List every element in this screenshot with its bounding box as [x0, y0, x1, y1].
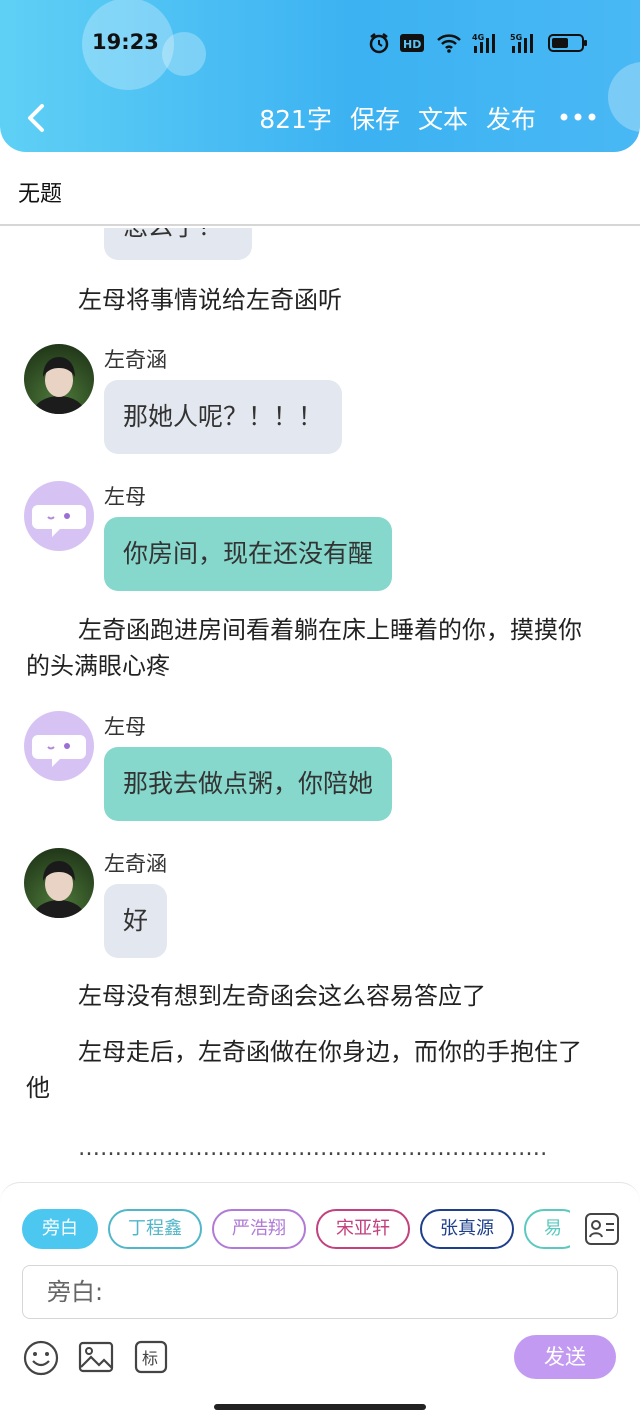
character-chip[interactable]: 张真源 [420, 1209, 514, 1249]
character-chip[interactable]: 宋亚轩 [316, 1209, 410, 1249]
chat-bubble-face-icon [32, 735, 86, 767]
tag-button[interactable]: 标 [134, 1339, 168, 1379]
narration-text[interactable]: 左母没有想到左奇函会这么容易答应了 [26, 978, 600, 1014]
ellipsis-text[interactable]: ………………………………………………………………………… [78, 1136, 548, 1161]
smiley-icon [23, 1340, 59, 1376]
chat-bubble-face-icon [32, 505, 86, 537]
emoji-button[interactable] [22, 1339, 60, 1381]
publish-button[interactable]: 发布 [486, 100, 536, 136]
status-bar: 19:23 HD 4G 5G [0, 22, 640, 66]
message-bubble[interactable]: 你房间，现在还没有醒 [104, 517, 393, 591]
image-button[interactable] [78, 1339, 114, 1379]
character-chip[interactable]: 丁程鑫 [108, 1209, 202, 1249]
signal-5g-icon: 5G [510, 32, 538, 58]
narration-text[interactable]: 左母走后，左奇函做在你身边，而你的手抱住了他 [26, 1034, 600, 1106]
message-text: 你房间，现在还没有醒 [123, 539, 374, 568]
input-label: 旁白: [47, 1278, 104, 1306]
chevron-left-icon [28, 104, 44, 132]
image-icon [78, 1341, 114, 1373]
alarm-icon [368, 32, 390, 58]
message-bubble[interactable]: 那她人呢？！！！ [104, 380, 343, 454]
character-chips: 旁白 丁程鑫 严浩翔 宋亚轩 张真源易 [22, 1209, 570, 1251]
speaker-name: 左奇涵 [104, 852, 167, 876]
avatar[interactable] [24, 481, 94, 551]
message-text: 怎么了？ [123, 228, 223, 241]
network-5g-label: 5G [510, 33, 522, 42]
story-content[interactable]: 怎么了？ 左母将事情说给左奇函听 左奇涵 那她人呢？！！！ 左母 你房间，现在还… [0, 228, 640, 1183]
signal-4g-icon: 4G [472, 32, 500, 58]
message-bubble[interactable]: 那我去做点粥，你陪她 [104, 747, 393, 821]
message-text: 好 [123, 906, 149, 935]
message-text: 那她人呢？！！！ [123, 402, 324, 431]
character-chip[interactable]: 严浩翔 [212, 1209, 306, 1249]
message-bubble[interactable]: 好 [104, 884, 168, 958]
boy-portrait-icon [33, 357, 85, 414]
character-chip[interactable]: 易 [524, 1209, 570, 1249]
partial-message-bubble[interactable]: 怎么了？ [104, 228, 252, 260]
app-header: 19:23 HD 4G 5G 821字 保存 文本 发布 [0, 0, 640, 152]
status-icons: HD 4G 5G [368, 32, 588, 58]
contact-card-icon [585, 1213, 619, 1245]
more-options-button[interactable] [558, 102, 598, 132]
speaker-name: 左母 [104, 485, 146, 509]
hd-icon: HD [400, 33, 426, 57]
word-count: 821字 [259, 105, 332, 134]
tag-icon: 标 [134, 1340, 168, 1374]
status-time: 19:23 [92, 30, 159, 54]
avatar[interactable] [24, 848, 94, 918]
composer: 旁白 丁程鑫 严浩翔 宋亚轩 张真源易 旁白: 标 发送 [0, 1182, 640, 1394]
home-indicator[interactable] [214, 1404, 426, 1410]
text-button[interactable]: 文本 [418, 100, 468, 136]
send-button[interactable]: 发送 [514, 1335, 616, 1379]
network-4g-label: 4G [472, 33, 484, 42]
nav-actions: 821字 保存 文本 发布 [259, 100, 536, 136]
narration-text[interactable]: 左母将事情说给左奇函听 [26, 282, 600, 318]
nav-bar: 821字 保存 文本 发布 [0, 92, 640, 144]
message-text: 那我去做点粥，你陪她 [123, 769, 374, 798]
tag-button-label: 标 [142, 1349, 158, 1368]
narration-text[interactable]: 左奇函跑进房间看着躺在床上睡着的你，摸摸你的头满眼心疼 [26, 612, 600, 684]
cast-list-button[interactable] [584, 1211, 620, 1247]
speaker-name: 左奇涵 [104, 348, 167, 372]
wifi-icon [436, 32, 462, 58]
message-input[interactable]: 旁白: [22, 1265, 618, 1319]
avatar[interactable] [24, 344, 94, 414]
boy-portrait-icon [33, 861, 85, 918]
back-button[interactable] [18, 98, 54, 138]
hd-label: HD [403, 38, 421, 51]
save-button[interactable]: 保存 [350, 100, 400, 136]
title-bar: 无题 [0, 152, 640, 226]
battery-icon [548, 33, 588, 57]
more-dots-icon [560, 113, 596, 121]
avatar[interactable] [24, 711, 94, 781]
doc-title[interactable]: 无题 [18, 176, 62, 208]
character-chip-narrator[interactable]: 旁白 [22, 1209, 98, 1249]
speaker-name: 左母 [104, 715, 146, 739]
